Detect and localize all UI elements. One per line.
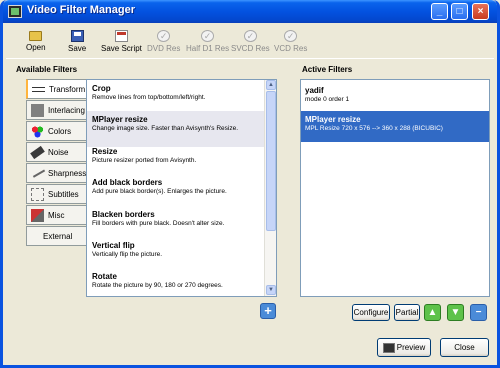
vertical-scrollbar[interactable]: ▲ ▼ [264, 80, 276, 296]
tab-label: Transform [49, 85, 86, 94]
filter-description: Rotate the picture by 90, 180 or 270 deg… [92, 282, 223, 289]
close-window-button[interactable]: × [472, 3, 489, 20]
active-filters-heading: Active Filters [302, 65, 353, 74]
vcd-res-button[interactable]: ✓ VCD Res [274, 30, 307, 53]
tab-label: Colors [48, 127, 72, 136]
filter-name: Rotate [92, 272, 117, 281]
main-window: Video Filter Manager _ □ × Open Save Sav… [0, 0, 500, 368]
svcd-res-label: SVCD Res [231, 44, 270, 53]
dvd-res-button[interactable]: ✓ DVD Res [147, 30, 180, 53]
svcd-res-button[interactable]: ✓ SVCD Res [231, 30, 270, 53]
open-label: Open [26, 43, 46, 52]
tab-sharpness[interactable]: Sharpness [26, 163, 86, 183]
window-title: Video Filter Manager [27, 4, 135, 16]
tab-transform[interactable]: Transform [26, 79, 86, 99]
floppy-icon [70, 30, 84, 42]
tab-label: Subtitles [48, 190, 79, 199]
save-script-label: Save Script [101, 44, 142, 53]
add-filter-button[interactable]: + [260, 303, 276, 319]
folder-icon [29, 31, 43, 41]
save-button[interactable]: Save [68, 30, 86, 53]
minimize-button[interactable]: _ [431, 3, 448, 20]
active-filter-item[interactable]: yadif mode 0 order 1 [301, 82, 489, 107]
preview-label: Preview [396, 343, 426, 352]
preview-button[interactable]: Preview [377, 338, 431, 357]
filter-name: Add black borders [92, 178, 163, 187]
app-icon [8, 5, 22, 18]
tab-interlacing[interactable]: Interlacing [26, 100, 86, 120]
tab-label: External [43, 232, 73, 241]
move-up-button[interactable]: ▲ [424, 304, 441, 321]
configure-button[interactable]: Configure [352, 304, 390, 321]
active-filter-item[interactable]: MPlayer resize MPL Resize 720 x 576 --> … [301, 111, 489, 142]
close-button[interactable]: Close [440, 338, 489, 357]
check-circle-icon: ✓ [157, 30, 171, 42]
brush-icon [30, 145, 45, 160]
half-d1-res-button[interactable]: ✓ Half D1 Res [186, 30, 229, 53]
tab-subtitles[interactable]: Subtitles [26, 184, 86, 204]
save-script-button[interactable]: Save Script [101, 30, 142, 53]
filter-name: yadif [305, 86, 324, 95]
partial-button[interactable]: Partial [394, 304, 420, 321]
filter-name: Crop [92, 84, 111, 93]
tools-icon [31, 209, 44, 222]
transform-icon [32, 87, 45, 92]
interlacing-icon [31, 104, 44, 117]
title-bar: Video Filter Manager _ □ × [3, 0, 497, 23]
filter-name: Resize [92, 147, 118, 156]
script-icon [114, 30, 128, 42]
toolbar: Open Save Save Script ✓ DVD Res ✓ Half D… [6, 25, 486, 57]
filter-description: Change image size. Faster than Avisynth'… [92, 125, 238, 132]
dvd-res-label: DVD Res [147, 44, 181, 53]
knife-icon [29, 164, 46, 178]
remove-filter-button[interactable]: − [470, 304, 487, 321]
tab-noise[interactable]: Noise [26, 142, 86, 162]
active-filters-list: yadif mode 0 order 1 MPlayer resize MPL … [300, 79, 490, 297]
filter-description: MPL Resize 720 x 576 --> 360 x 288 (BICU… [305, 125, 443, 132]
filter-item[interactable]: MPlayer resize Change image size. Faster… [87, 111, 265, 147]
filter-description: Fill borders with pure black. Doesn't al… [92, 220, 225, 227]
filter-name: MPlayer resize [92, 115, 148, 124]
filter-description: Add pure black border(s). Enlarges the p… [92, 188, 227, 195]
vcd-res-label: VCD Res [274, 44, 308, 53]
tab-external[interactable]: External [26, 226, 86, 246]
filter-name: Blacken borders [92, 210, 155, 219]
scroll-up-icon[interactable]: ▲ [266, 80, 276, 90]
tab-colors[interactable]: Colors [26, 121, 86, 141]
tab-label: Misc [48, 211, 65, 220]
toolbar-divider [6, 58, 494, 59]
filter-name: Vertical flip [92, 241, 135, 250]
filter-description: mode 0 order 1 [305, 96, 350, 103]
color-circles-icon [31, 125, 44, 138]
subtitle-icon [31, 188, 44, 201]
maximize-button[interactable]: □ [451, 3, 468, 20]
tab-misc[interactable]: Misc [26, 205, 86, 225]
available-filters-heading: Available Filters [16, 65, 78, 74]
open-button[interactable]: Open [26, 30, 46, 52]
check-circle-icon: ✓ [284, 30, 298, 42]
filter-description: Vertically flip the picture. [92, 251, 163, 258]
tab-label: Noise [48, 148, 69, 157]
scroll-down-icon[interactable]: ▼ [266, 285, 276, 295]
scroll-thumb[interactable] [266, 91, 276, 231]
filter-item[interactable]: Add black borders Add pure black border(… [87, 174, 265, 210]
move-down-button[interactable]: ▼ [447, 304, 464, 321]
half-d1-res-label: Half D1 Res [186, 44, 230, 53]
filter-description: Remove lines from top/bottom/left/right. [92, 94, 206, 101]
check-circle-icon: ✓ [201, 30, 215, 42]
filter-description: Picture resizer ported from Avisynth. [92, 157, 197, 164]
filter-name: MPlayer resize [305, 115, 361, 124]
monitor-icon [382, 342, 395, 353]
tab-label: Interlacing [48, 106, 85, 115]
save-label: Save [68, 44, 87, 53]
tab-label: Sharpness [48, 169, 87, 178]
filter-item[interactable]: Rotate Rotate the picture by 90, 180 or … [87, 268, 265, 296]
check-circle-icon: ✓ [243, 30, 257, 42]
available-filters-list: Crop Remove lines from top/bottom/left/r… [86, 79, 277, 297]
